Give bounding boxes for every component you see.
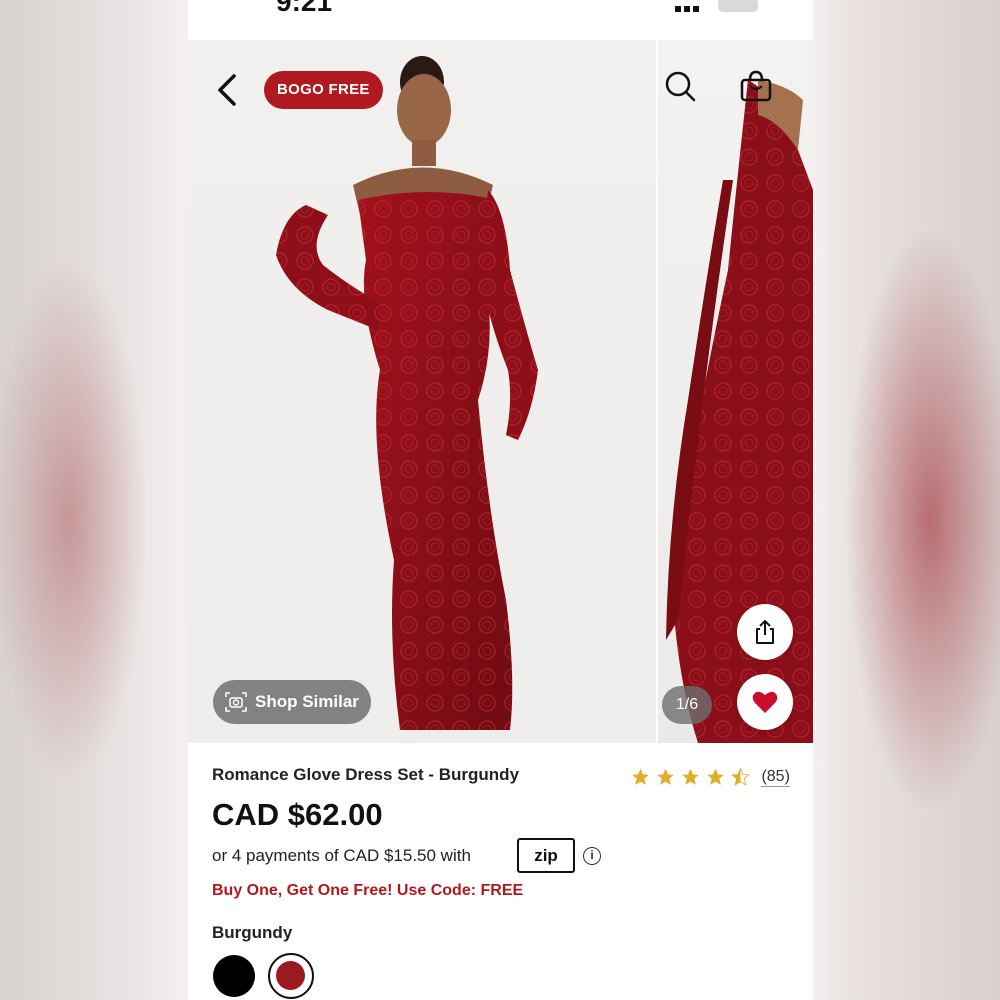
star-icon: [632, 768, 649, 785]
product-info: Romance Glove Dress Set - Burgundy (85) …: [188, 743, 813, 1000]
camera-icon: [225, 692, 247, 712]
zip-logo[interactable]: zip: [517, 838, 575, 873]
battery-icon: [718, 0, 758, 12]
signal-icon: [692, 6, 699, 12]
favorite-button[interactable]: [737, 674, 793, 730]
promo-text: Buy One, Get One Free! Use Code: FREE: [212, 882, 524, 899]
status-time: 9:21: [276, 0, 333, 17]
shopping-bag-icon: [740, 70, 772, 102]
star-icon: [657, 768, 674, 785]
rating-count[interactable]: (85): [761, 768, 790, 787]
search-button[interactable]: [662, 68, 698, 104]
product-price: CAD $62.00: [212, 797, 383, 832]
star-icon: [707, 768, 724, 785]
product-image-main[interactable]: [188, 40, 656, 743]
search-icon: [665, 71, 696, 102]
half-star-icon: [731, 767, 750, 786]
bogo-badge: BOGO FREE: [264, 71, 383, 109]
model-wearing-dress-image: [276, 56, 538, 730]
signal-icon: [674, 6, 681, 12]
color-swatch-black[interactable]: [213, 955, 255, 997]
back-button[interactable]: [210, 70, 246, 110]
product-title: Romance Glove Dress Set - Burgundy: [212, 765, 520, 784]
star-icon: [682, 768, 699, 785]
color-swatch-burgundy: [276, 961, 305, 990]
signal-icon: [683, 6, 690, 12]
status-bar: 9:21: [188, 0, 813, 40]
shop-similar-button[interactable]: Shop Similar: [213, 680, 371, 724]
image-counter: 1/6: [662, 686, 712, 724]
share-button[interactable]: [737, 604, 793, 660]
color-label: Burgundy: [212, 923, 293, 942]
product-image-gallery[interactable]: BOGO FREE Shop Similar 1/6: [188, 40, 813, 743]
shop-similar-label: Shop Similar: [255, 692, 359, 711]
share-icon: [756, 620, 774, 644]
shopping-bag-button[interactable]: [738, 68, 774, 104]
product-rating[interactable]: (85): [630, 767, 790, 789]
status-icons: [674, 0, 758, 12]
back-arrow-icon: [218, 74, 236, 106]
color-swatch-burgundy-selected[interactable]: [268, 953, 314, 999]
info-icon[interactable]: i: [583, 847, 601, 865]
phone-screen: 9:21 BOGO FREE Shop Similar 1/6 Romance …: [188, 0, 813, 1000]
heart-icon: [752, 691, 778, 713]
zip-logo-text: zip: [534, 846, 558, 865]
installments-text: or 4 payments of CAD $15.50 with: [212, 846, 471, 865]
